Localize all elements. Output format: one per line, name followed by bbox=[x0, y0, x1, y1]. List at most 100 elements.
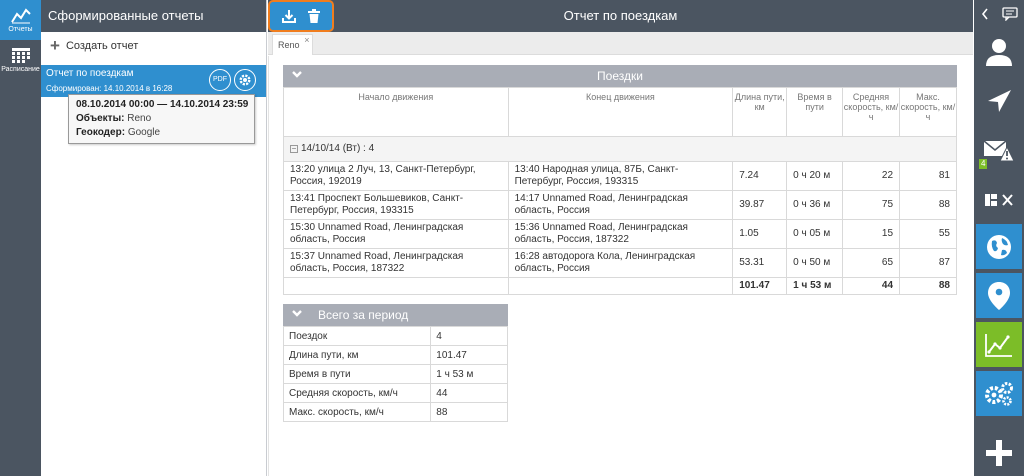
cell-max-speed: 55 bbox=[899, 219, 957, 249]
trips-section-header[interactable]: Поездки bbox=[283, 65, 957, 87]
group-label: 14/10/14 (Вт) : 4 bbox=[301, 143, 375, 154]
cell-time: 0 ч 36 м bbox=[786, 190, 844, 220]
report-content: Поездки Начало движения Конец движения Д… bbox=[268, 56, 973, 476]
summary-section-header[interactable]: Всего за период bbox=[283, 304, 508, 326]
table-row: Длина пути, км 101.47 bbox=[282, 345, 508, 365]
sidebar-item-reports[interactable]: Отчеты bbox=[0, 0, 41, 40]
chevron-left-icon[interactable] bbox=[981, 8, 989, 20]
feedback-icon[interactable] bbox=[1001, 7, 1018, 21]
user-icon bbox=[986, 38, 1012, 66]
tab-bar: Reno × bbox=[268, 32, 973, 55]
navigation-arrow-icon bbox=[988, 89, 1011, 112]
summary-label: Средняя скорость, км/ч bbox=[282, 383, 432, 403]
chart-icon bbox=[985, 333, 1012, 357]
summary-section-title: Всего за период bbox=[318, 308, 409, 322]
layout-button[interactable] bbox=[976, 178, 1022, 222]
summary-label: Макс. скорость, км/ч bbox=[282, 402, 432, 422]
close-icon[interactable]: × bbox=[304, 30, 309, 50]
navigation-button[interactable] bbox=[976, 78, 1022, 123]
settings-button[interactable] bbox=[976, 371, 1022, 416]
reports-button[interactable] bbox=[976, 322, 1022, 367]
column-header[interactable]: Конец движения bbox=[507, 87, 734, 137]
tooltip-objects: Объекты: Reno bbox=[76, 113, 152, 124]
total-time: 1 ч 53 м bbox=[786, 277, 844, 295]
left-rail: Отчеты Расписание bbox=[0, 0, 41, 476]
tooltip-period: 08.10.2014 00:00 — 14.10.2014 23:59 bbox=[76, 99, 249, 110]
cell-distance: 1.05 bbox=[732, 219, 788, 249]
map-button[interactable] bbox=[976, 224, 1022, 269]
report-generated: Сформирован: 14.10.2014 в 16:28 bbox=[46, 84, 173, 93]
pdf-export-button[interactable]: PDF bbox=[209, 69, 231, 91]
column-header[interactable]: Макс. скорость, км/ч bbox=[899, 87, 957, 137]
total-avg-speed: 44 bbox=[842, 277, 901, 295]
plus-icon bbox=[986, 439, 1012, 466]
cell-start: 13:41 Проспект Большевиков, Санкт-Петерб… bbox=[283, 190, 509, 220]
summary-value: 44 bbox=[430, 383, 508, 403]
plus-icon: + bbox=[50, 36, 60, 55]
group-row[interactable]: −14/10/14 (Вт) : 4 bbox=[283, 136, 957, 162]
user-button[interactable] bbox=[976, 29, 1022, 74]
trips-table: Начало движения Конец движения Длина пут… bbox=[283, 87, 957, 295]
summary-value: 4 bbox=[430, 326, 508, 346]
summary-value: 88 bbox=[430, 402, 508, 422]
summary-label: Время в пути bbox=[282, 364, 432, 384]
cell-avg-speed: 75 bbox=[842, 190, 901, 220]
calendar-grid-icon bbox=[11, 47, 30, 63]
cell-start: 15:30 Unnamed Road, Ленинградская област… bbox=[283, 219, 509, 249]
report-settings-button[interactable] bbox=[234, 69, 256, 91]
trash-icon[interactable] bbox=[308, 9, 320, 23]
table-row: 13:20 улица 2 Луч, 13, Санкт-Петербург, … bbox=[283, 161, 957, 191]
create-report-button[interactable]: + Создать отчет bbox=[41, 33, 266, 59]
total-max-speed: 88 bbox=[899, 277, 957, 295]
geofence-button[interactable] bbox=[976, 273, 1022, 318]
gear-icon bbox=[239, 74, 251, 86]
summary-value: 1 ч 53 м bbox=[430, 364, 508, 384]
cell-end: 15:36 Unnamed Road, Ленинградская област… bbox=[507, 219, 734, 249]
cell-max-speed: 81 bbox=[899, 161, 957, 191]
column-header[interactable]: Начало движения bbox=[283, 87, 509, 137]
summary-label: Длина пути, км bbox=[282, 345, 432, 365]
trips-section: Поездки Начало движения Конец движения Д… bbox=[283, 65, 957, 295]
column-header[interactable]: Длина пути, км bbox=[732, 87, 788, 137]
table-row: Поездок 4 bbox=[282, 326, 508, 346]
cell-distance: 7.24 bbox=[732, 161, 788, 191]
total-distance: 101.47 bbox=[732, 277, 788, 295]
table-row: Средняя скорость, км/ч 44 bbox=[282, 383, 508, 403]
column-header[interactable]: Средняя скорость, км/ч bbox=[842, 87, 901, 137]
cell-time: 0 ч 20 м bbox=[786, 161, 844, 191]
add-button[interactable] bbox=[976, 430, 1022, 475]
cell-max-speed: 88 bbox=[899, 190, 957, 220]
notifications-button[interactable]: 4 bbox=[976, 127, 1022, 172]
cell-max-speed: 87 bbox=[899, 248, 957, 278]
mail-alert-icon bbox=[983, 139, 1015, 161]
notification-badge: 4 bbox=[979, 159, 988, 169]
table-row: 15:37 Unnamed Road, Ленинградская област… bbox=[283, 248, 957, 278]
report-list-item[interactable]: Отчет по поездкам Сформирован: 14.10.201… bbox=[41, 65, 266, 97]
collapse-icon[interactable]: − bbox=[290, 145, 298, 153]
total-row: 101.47 1 ч 53 м 44 88 bbox=[283, 277, 957, 295]
tab-label: Reno bbox=[278, 40, 300, 50]
column-header[interactable]: Время в пути bbox=[786, 87, 844, 137]
sidebar-item-label: Отчеты bbox=[8, 25, 33, 33]
cell-end: 13:40 Народная улица, 87Б, Санкт-Петербу… bbox=[507, 161, 734, 191]
table-row: Время в пути 1 ч 53 м bbox=[282, 364, 508, 384]
cell-avg-speed: 15 bbox=[842, 219, 901, 249]
cell-time: 0 ч 50 м bbox=[786, 248, 844, 278]
tab-reno[interactable]: Reno × bbox=[272, 34, 313, 55]
chevron-down-icon bbox=[292, 71, 302, 78]
cell-start: 13:20 улица 2 Луч, 13, Санкт-Петербург, … bbox=[283, 161, 509, 191]
download-icon[interactable] bbox=[282, 9, 296, 23]
report-tooltip: 08.10.2014 00:00 — 14.10.2014 23:59 Объе… bbox=[68, 94, 255, 144]
chart-line-icon bbox=[10, 7, 31, 23]
right-toolbar-top bbox=[974, 0, 1024, 28]
table-header-row: Начало движения Конец движения Длина пут… bbox=[283, 87, 957, 137]
chevron-down-icon bbox=[292, 310, 302, 317]
gears-icon bbox=[985, 381, 1013, 406]
summary-value: 101.47 bbox=[430, 345, 508, 365]
cell-distance: 53.31 bbox=[732, 248, 788, 278]
cell-avg-speed: 65 bbox=[842, 248, 901, 278]
layout-icon bbox=[985, 194, 1013, 206]
globe-icon bbox=[987, 234, 1011, 259]
sidebar-item-schedule[interactable]: Расписание bbox=[0, 40, 41, 80]
summary-section: Всего за период Поездок 4 Длина пути, км 1… bbox=[282, 304, 508, 422]
